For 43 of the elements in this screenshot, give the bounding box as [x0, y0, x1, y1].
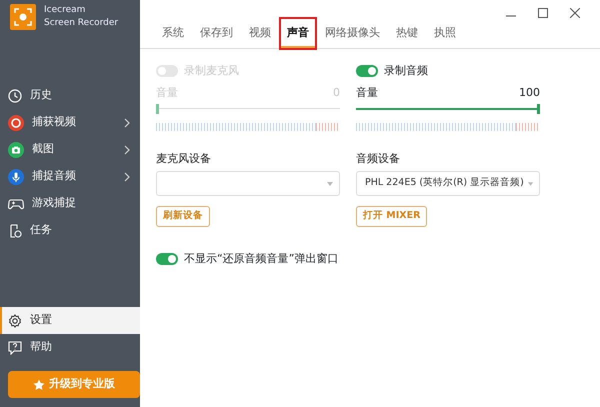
record-icon — [8, 114, 24, 130]
clock-icon — [8, 88, 22, 102]
tab[interactable]: 声音 — [281, 18, 315, 48]
volume-value: 100 — [519, 85, 540, 101]
gamepad-icon — [8, 196, 24, 210]
maximize-icon[interactable] — [538, 8, 548, 18]
dropdown-caret-icon — [327, 182, 333, 186]
toggle-label: 不显示“还原音频音量”弹出窗口 — [184, 251, 338, 267]
camera-icon — [8, 142, 24, 158]
device-label: 音频设备 — [356, 150, 401, 166]
tab[interactable]: 网络摄像头 — [319, 24, 386, 48]
tab[interactable]: 保存到 — [194, 24, 239, 48]
device-label: 麦克风设备 — [156, 150, 212, 166]
sidebar-item[interactable]: 截图 — [0, 136, 140, 163]
slider-thumb[interactable] — [537, 104, 540, 114]
tab[interactable]: 执照 — [428, 24, 462, 48]
microphone-icon — [8, 168, 24, 184]
toggle-label: 录制音频 — [384, 62, 428, 79]
sidebar-item[interactable]: 游戏捕捉 — [0, 190, 140, 217]
help-icon — [8, 340, 22, 354]
sidebar-item[interactable]: 设置 — [0, 307, 140, 334]
sidebar-item[interactable]: 帮助 — [0, 334, 140, 361]
settings-icon — [8, 314, 22, 328]
sidebar-item[interactable]: 捕捉音频 — [0, 163, 140, 190]
volume-slider[interactable] — [156, 102, 340, 114]
sidebar-item[interactable]: 捕获视频 — [0, 109, 140, 136]
toggle-switch[interactable] — [356, 65, 378, 77]
tab[interactable]: 系统 — [156, 24, 190, 48]
toggle-switch[interactable] — [156, 253, 178, 266]
task-icon — [8, 224, 22, 238]
star-icon — [33, 378, 45, 390]
dropdown-caret-icon — [528, 182, 533, 186]
sidebar-item[interactable]: 任务 — [0, 217, 140, 244]
logo-icon — [10, 4, 36, 30]
app-name: Icecream — [44, 4, 86, 17]
app-subtitle: Screen Recorder — [44, 17, 118, 30]
volume-label: 音量 — [356, 85, 378, 101]
sidebar-item[interactable]: 历史 — [0, 82, 140, 109]
close-icon[interactable] — [570, 8, 580, 18]
tab[interactable]: 视频 — [243, 24, 277, 48]
device-dropdown[interactable]: PHL 224E5 (英特尔(R) 显示器音频) — [356, 171, 540, 196]
tab[interactable]: 热键 — [390, 24, 424, 48]
volume-slider[interactable] — [356, 102, 540, 114]
